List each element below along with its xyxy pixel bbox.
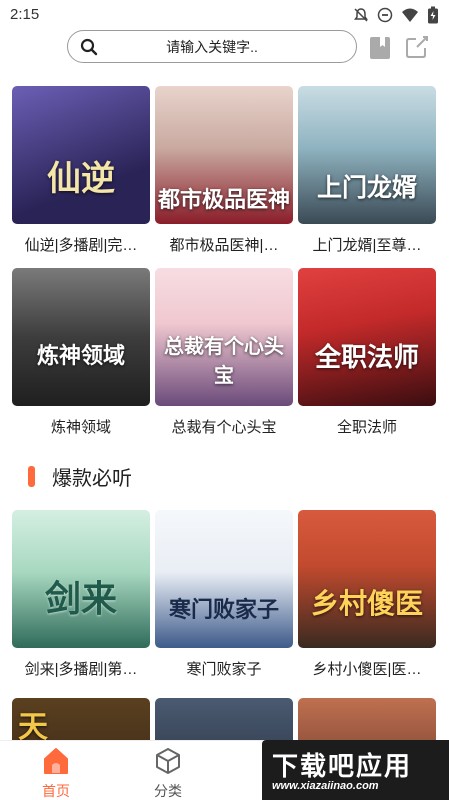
cube-icon [156,748,180,774]
status-time: 2:15 [10,6,40,23]
book-title[interactable]: 总裁有个心头宝 [155,416,293,437]
section-header: 爆款必听 [28,462,132,491]
search-placeholder: 请输入关键字.. [166,38,258,55]
book-card[interactable]: 寒门败家子 寒门败家子 [155,510,293,679]
book-cover[interactable]: 炼神领域 [12,268,150,406]
book-card[interactable] [155,698,293,740]
status-icons [353,6,439,29]
home-icon [44,748,68,774]
book-row-2: 炼神领域 炼神领域 总裁有个心头宝 总裁有个心头宝 全职法师 全职法师 [12,268,437,437]
book-title[interactable]: 乡村小傻医|医… [298,658,436,679]
book-card[interactable]: 全职法师 全职法师 [298,268,436,437]
notifications-off-icon [353,7,369,28]
section-accent-bar [28,466,35,487]
book-cover[interactable] [155,698,293,740]
status-bar: 2:15 [0,0,449,30]
book-card[interactable]: 乡村傻医 乡村小傻医|医… [298,510,436,679]
nav-item-category[interactable]: 分类 [138,741,198,800]
nav-label-category: 分类 [154,783,182,799]
book-card[interactable] [298,698,436,740]
book-card[interactable]: 仙逆 仙逆|多播剧|完… [12,86,150,255]
nav-label-home: 首页 [42,783,70,799]
section-title: 爆款必听 [52,468,132,490]
watermark-logo: 下载吧应用 www.xiazaiinao.com [262,740,449,800]
book-title[interactable]: 全职法师 [298,416,436,437]
wifi-icon [401,7,419,28]
book-title[interactable]: 仙逆|多播剧|完… [12,234,150,255]
book-cover[interactable] [298,698,436,740]
watermark-url: www.xiazaiinao.com [272,780,379,792]
header: 请输入关键字.. [0,30,449,66]
book-row-1: 仙逆 仙逆|多播剧|完… 都市极品医神 都市极品医神|… 上门龙婿 上门龙婿|至… [12,86,437,255]
book-title[interactable]: 炼神领域 [12,416,150,437]
book-cover[interactable]: 全职法师 [298,268,436,406]
battery-icon [427,6,439,29]
book-card[interactable]: 都市极品医神 都市极品医神|… [155,86,293,255]
book-row-4: 天 [12,698,437,740]
do-not-disturb-icon [377,7,393,28]
book-title[interactable]: 寒门败家子 [155,658,293,679]
search-input[interactable]: 请输入关键字.. [67,30,357,63]
book-cover[interactable]: 仙逆 [12,86,150,224]
book-feed[interactable]: 仙逆 仙逆|多播剧|完… 都市极品医神 都市极品医神|… 上门龙婿 上门龙婿|至… [0,86,449,740]
watermark-text: 下载吧应用 [272,752,413,782]
book-card[interactable]: 天 [12,698,150,740]
book-card[interactable]: 总裁有个心头宝 总裁有个心头宝 [155,268,293,437]
book-cover[interactable]: 天 [12,698,150,740]
book-title[interactable]: 上门龙婿|至尊… [298,234,436,255]
book-card[interactable]: 炼神领域 炼神领域 [12,268,150,437]
book-row-3: 剑来 剑来|多播剧|第… 寒门败家子 寒门败家子 乡村傻医 乡村小傻医|医… [12,510,437,679]
book-cover[interactable]: 都市极品医神 [155,86,293,224]
nav-item-home[interactable]: 首页 [26,741,86,800]
book-cover[interactable]: 剑来 [12,510,150,648]
search-icon [80,38,98,61]
book-card[interactable]: 剑来 剑来|多播剧|第… [12,510,150,679]
book-cover[interactable]: 总裁有个心头宝 [155,268,293,406]
book-cover[interactable]: 寒门败家子 [155,510,293,648]
book-cover[interactable]: 上门龙婿 [298,86,436,224]
share-icon[interactable] [404,34,430,65]
book-card[interactable]: 上门龙婿 上门龙婿|至尊… [298,86,436,255]
book-cover[interactable]: 乡村傻医 [298,510,436,648]
book-title[interactable]: 都市极品医神|… [155,234,293,255]
book-title[interactable]: 剑来|多播剧|第… [12,658,150,679]
bookshelf-icon[interactable] [369,36,391,65]
